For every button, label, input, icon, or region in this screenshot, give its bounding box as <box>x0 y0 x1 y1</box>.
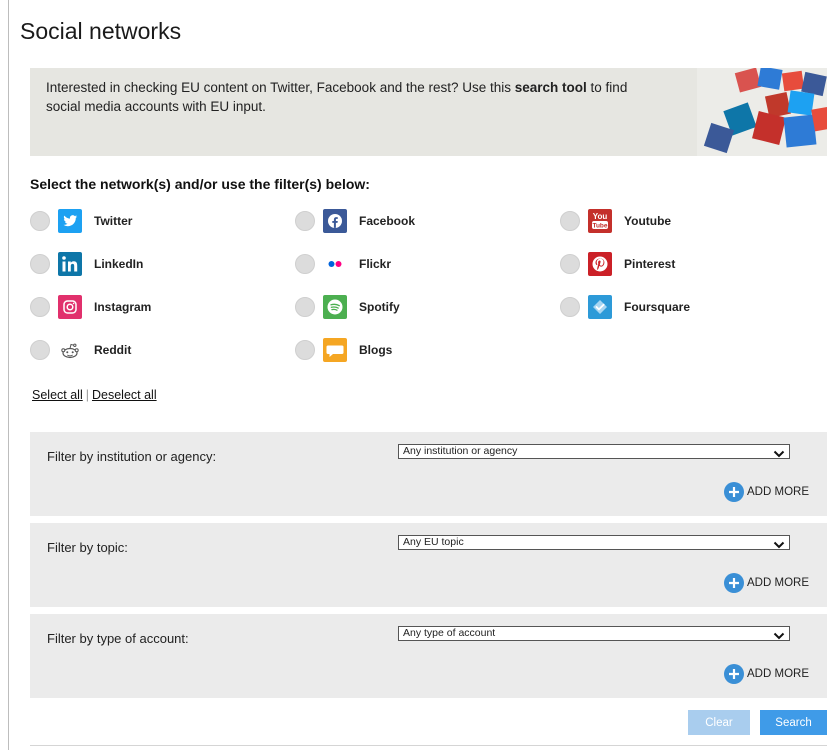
blogs-radio[interactable] <box>295 340 315 360</box>
institution-add-more-label: ADD MORE <box>747 486 809 498</box>
network-foursquare[interactable]: Foursquare <box>560 294 690 320</box>
chevron-down-icon <box>773 628 785 646</box>
page-title: Social networks <box>20 18 182 44</box>
account-type-add-more-button[interactable]: ADD MORE <box>724 664 809 684</box>
network-linkedin[interactable]: LinkedIn <box>30 251 143 277</box>
filter-topic-label: Filter by topic: <box>47 540 128 555</box>
instagram-icon <box>58 295 82 319</box>
network-spotify[interactable]: Spotify <box>295 294 400 320</box>
plus-icon <box>724 482 745 502</box>
filter-institution-panel: Filter by institution or agency: Any ins… <box>30 432 827 516</box>
blogs-icon <box>323 338 347 362</box>
topic-add-more-label: ADD MORE <box>747 577 809 589</box>
network-pinterest[interactable]: Pinterest <box>560 251 675 277</box>
clear-button[interactable]: Clear <box>688 710 750 735</box>
network-flickr[interactable]: Flickr <box>295 251 391 277</box>
reddit-label: Reddit <box>94 343 132 357</box>
intro-text: Interested in checking EU content on Twi… <box>46 78 656 116</box>
plus-icon <box>724 664 745 684</box>
filter-institution-label: Filter by institution or agency: <box>47 449 217 464</box>
instagram-radio[interactable] <box>30 297 50 317</box>
intro-text-start: Interested in checking EU content on Twi… <box>46 80 515 95</box>
flickr-label: Flickr <box>359 257 392 271</box>
institution-add-more-button[interactable]: ADD MORE <box>724 482 809 502</box>
linkedin-icon <box>58 252 82 276</box>
youtube-radio[interactable] <box>560 211 580 231</box>
filter-topic-panel: Filter by topic: Any EU topic ADD MORE <box>30 523 827 607</box>
svg-text:Tube: Tube <box>592 223 607 230</box>
topic-add-more-button[interactable]: ADD MORE <box>724 573 809 593</box>
youtube-label: Youtube <box>624 214 672 228</box>
filter-account-type-label: Filter by type of account: <box>47 631 189 646</box>
networks-heading: Select the network(s) and/or use the fil… <box>30 176 370 192</box>
youtube-icon: You Tube <box>588 209 612 233</box>
svg-text:You: You <box>593 212 608 221</box>
account-type-add-more-label: ADD MORE <box>747 668 809 680</box>
intro-banner: Interested in checking EU content on Twi… <box>30 68 827 156</box>
select-links: Select all | Deselect all <box>32 388 157 402</box>
facebook-label: Facebook <box>359 214 416 228</box>
deselect-all-link[interactable]: Deselect all <box>92 388 157 402</box>
select-all-link[interactable]: Select all <box>32 388 83 402</box>
blogs-label: Blogs <box>359 343 393 357</box>
pinterest-icon <box>588 252 612 276</box>
pinterest-label: Pinterest <box>624 257 676 271</box>
pinterest-radio[interactable] <box>560 254 580 274</box>
network-instagram[interactable]: Instagram <box>30 294 151 320</box>
reddit-radio[interactable] <box>30 340 50 360</box>
account-type-select-value: Any type of account <box>403 627 496 639</box>
left-border <box>8 0 9 750</box>
topic-select[interactable]: Any EU topic <box>398 535 790 550</box>
foursquare-radio[interactable] <box>560 297 580 317</box>
facebook-radio[interactable] <box>295 211 315 231</box>
network-facebook[interactable]: Facebook <box>295 208 415 234</box>
search-button[interactable]: Search <box>760 710 827 735</box>
filter-account-type-panel: Filter by type of account: Any type of a… <box>30 614 827 698</box>
spotify-label: Spotify <box>359 300 400 314</box>
facebook-icon <box>323 209 347 233</box>
select-links-separator: | <box>85 388 89 402</box>
spotify-radio[interactable] <box>295 297 315 317</box>
foursquare-icon <box>588 295 612 319</box>
institution-select[interactable]: Any institution or agency <box>398 444 790 459</box>
chevron-down-icon <box>773 537 785 555</box>
account-type-select[interactable]: Any type of account <box>398 626 790 641</box>
network-blogs[interactable]: Blogs <box>295 337 392 363</box>
intro-text-bold: search tool <box>514 80 587 95</box>
flickr-radio[interactable] <box>295 254 315 274</box>
institution-select-value: Any institution or agency <box>403 445 518 457</box>
twitter-radio[interactable] <box>30 211 50 231</box>
plus-icon <box>724 573 745 593</box>
linkedin-label: LinkedIn <box>94 257 144 271</box>
social-media-cubes-image <box>697 68 827 156</box>
spotify-icon <box>323 295 347 319</box>
instagram-label: Instagram <box>94 300 152 314</box>
twitter-label: Twitter <box>94 214 133 228</box>
linkedin-radio[interactable] <box>30 254 50 274</box>
reddit-icon <box>58 338 82 362</box>
twitter-icon <box>58 209 82 233</box>
network-twitter[interactable]: Twitter <box>30 208 132 234</box>
network-youtube[interactable]: You Tube Youtube <box>560 208 671 234</box>
topic-select-value: Any EU topic <box>403 536 464 548</box>
flickr-icon <box>323 252 347 276</box>
bottom-divider <box>30 745 827 746</box>
chevron-down-icon <box>773 446 785 464</box>
network-reddit[interactable]: Reddit <box>30 337 131 363</box>
foursquare-label: Foursquare <box>624 300 691 314</box>
